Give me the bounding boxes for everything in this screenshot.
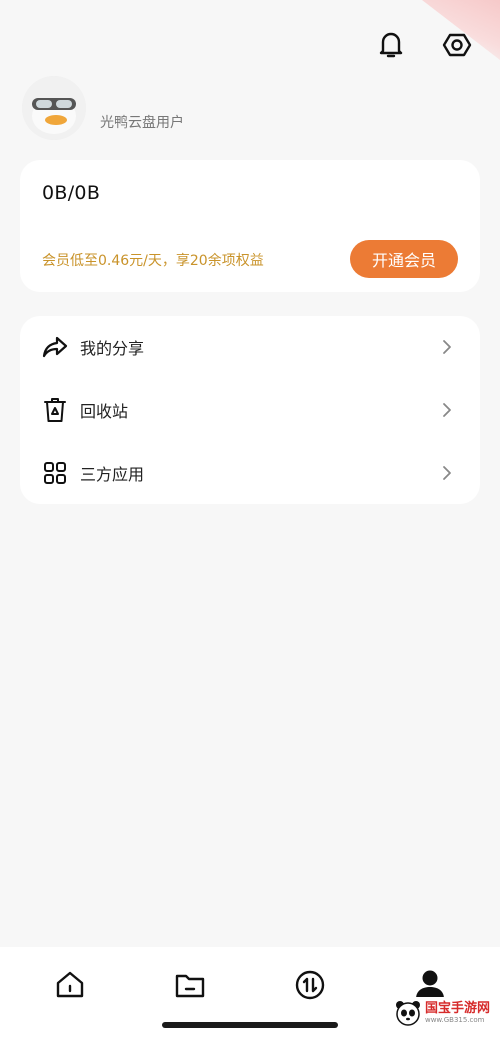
watermark: 国宝手游网 www.GB315.com [389, 997, 494, 1029]
menu-card: 我的分享 回收站 三方应用 [20, 316, 480, 504]
storage-usage: 0B/0B [42, 182, 101, 204]
menu-item-label: 三方应用 [80, 465, 145, 484]
bell-icon[interactable] [374, 28, 408, 62]
home-indicator [162, 1022, 338, 1028]
chevron-right-icon [440, 400, 454, 420]
menu-item-recycle-bin[interactable]: 回收站 [20, 379, 480, 441]
recycle-bin-icon [42, 397, 68, 423]
avatar[interactable] [22, 76, 86, 140]
watermark-url: www.GB315.com [424, 1016, 485, 1024]
username: 光鸭云盘用户 [100, 115, 184, 131]
header-actions [374, 28, 474, 62]
menu-item-label: 我的分享 [80, 339, 145, 358]
menu-item-label: 回收站 [80, 402, 129, 421]
panda-logo-icon [395, 1001, 420, 1026]
chevron-right-icon [440, 463, 454, 483]
storage-card: 0B/0B 会员低至0.46元/天，享20余项权益 开通会员 [20, 160, 480, 292]
profile-section[interactable]: 光鸭云盘用户 [22, 76, 184, 140]
apps-grid-icon [42, 460, 68, 486]
chevron-right-icon [440, 337, 454, 357]
vip-promo-text: 会员低至0.46元/天，享20余项权益 [42, 253, 264, 269]
share-icon [42, 334, 68, 360]
home-icon[interactable] [50, 967, 90, 1003]
transfer-icon[interactable] [290, 967, 330, 1003]
menu-item-third-party-apps[interactable]: 三方应用 [20, 442, 480, 504]
settings-icon[interactable] [440, 28, 474, 62]
menu-item-my-share[interactable]: 我的分享 [20, 316, 480, 378]
open-vip-button[interactable]: 开通会员 [350, 240, 458, 278]
watermark-title: 国宝手游网 [424, 1001, 490, 1016]
folder-icon[interactable] [170, 967, 210, 1003]
